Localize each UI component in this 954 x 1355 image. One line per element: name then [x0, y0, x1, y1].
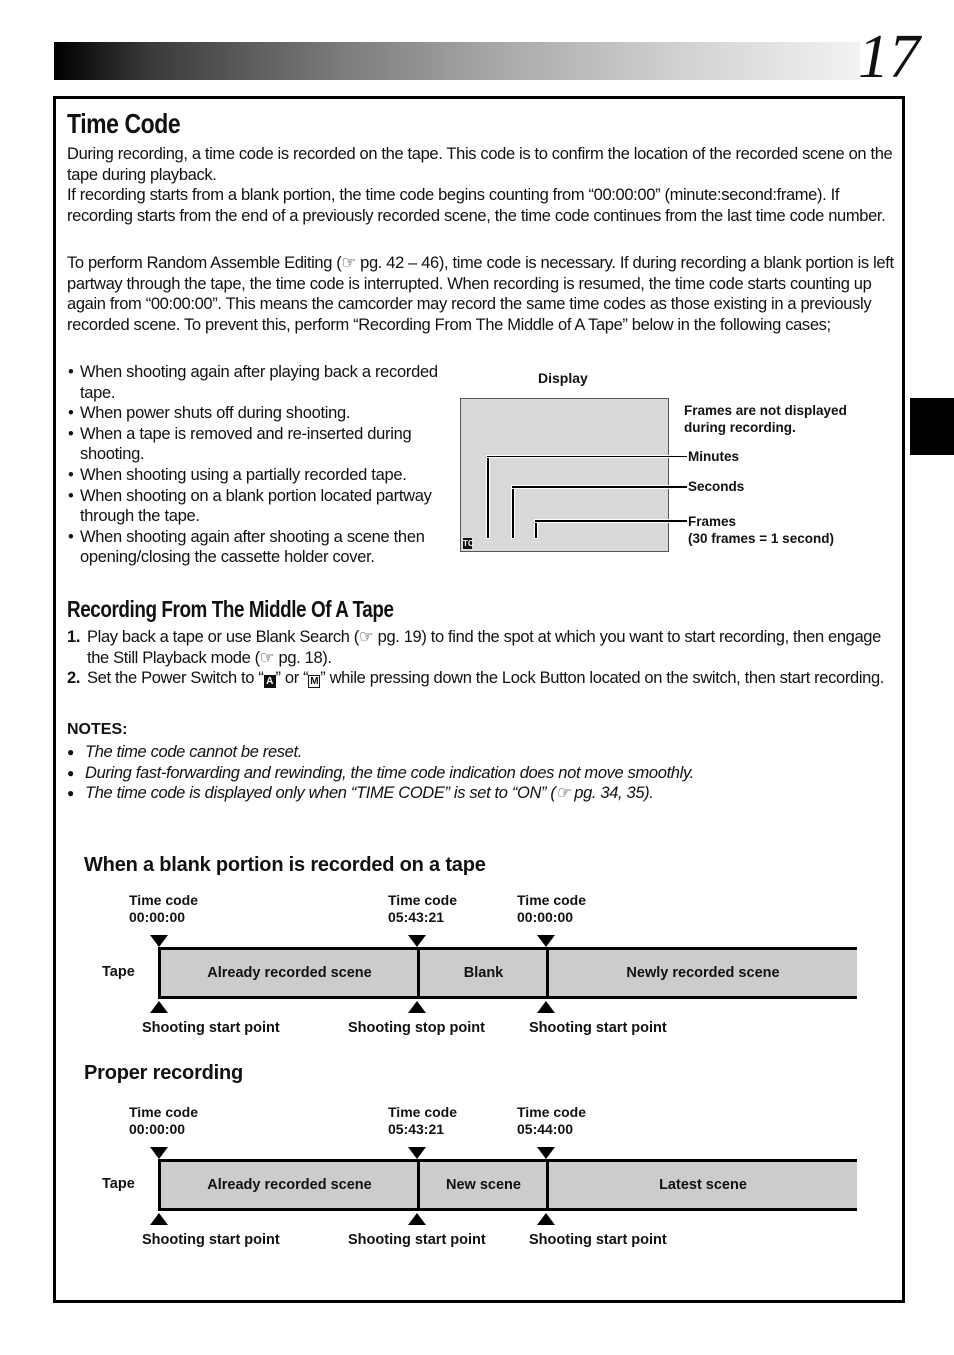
note-item: The time code cannot be reset.: [67, 742, 887, 763]
section-thumb-tab: [910, 398, 954, 455]
tape-segment: Latest scene: [659, 1177, 747, 1193]
tape-segment: Blank: [463, 965, 504, 981]
marker-down-icon: [408, 1147, 426, 1159]
step-2: 2. Set the Power Switch to “A” or “M” wh…: [67, 668, 887, 689]
marker-down-icon: [537, 935, 555, 947]
seconds-leader-vertical: [512, 486, 514, 538]
tape-segment: Already recorded scene: [207, 1177, 372, 1193]
minutes-label: Minutes: [688, 449, 740, 464]
marker-up-icon: [150, 1001, 168, 1013]
tape-segment: Newly recorded scene: [626, 965, 780, 981]
shooting-point-label: Shooting stop point: [348, 1020, 485, 1036]
step-text: ” or “: [275, 669, 309, 688]
tape-diagram-proper: Time code 00:00:00 Time code 05:43:21 Time…: [0, 1104, 954, 1284]
frames-not-displayed-note: Frames are not displayed during recordin…: [684, 403, 847, 435]
frames-leader-horizontal: [535, 520, 687, 522]
tape-label: Tape: [102, 964, 135, 980]
time-code-label: Time code 00:00:00: [517, 892, 586, 925]
list-item: When shooting again after playing back a…: [67, 362, 457, 403]
marker-down-icon: [537, 1147, 555, 1159]
marker-up-icon: [150, 1213, 168, 1225]
shooting-point-label: Shooting start point: [529, 1232, 667, 1248]
list-item: When shooting using a partially recorded…: [67, 465, 457, 486]
tape-diagram-blank: Time code 00:00:00 Time code 05:43:21 Time…: [0, 892, 954, 1072]
frames-label: Frames: [688, 514, 737, 529]
note-item: During fast-forwarding and rewinding, th…: [67, 763, 887, 784]
header-gradient-bar: [54, 42, 860, 80]
step-number: 1.: [67, 628, 81, 646]
diagram-blank-heading: When a blank portion is recorded on a ta…: [84, 854, 486, 876]
tape-segment: New scene: [446, 1177, 521, 1193]
cases-list: When shooting again after playing back a…: [67, 362, 457, 568]
notes-list: The time code cannot be reset. During fa…: [67, 742, 887, 804]
marker-down-icon: [408, 935, 426, 947]
step-text: Set the Power Switch to “: [87, 669, 264, 688]
list-item: When shooting again after shooting a sce…: [67, 527, 457, 568]
tape-bar: Already recorded scene New scene Latest …: [158, 1159, 857, 1211]
shooting-point-label: Shooting start point: [142, 1020, 280, 1036]
time-code-icon: TC: [463, 538, 474, 549]
section-title-recording-middle: Recording From The Middle Of A Tape: [67, 596, 394, 622]
tape-segment: Already recorded scene: [207, 965, 372, 981]
page-number: 17: [858, 23, 920, 91]
step-text: ” while pressing down the Lock Button lo…: [320, 669, 885, 688]
shooting-point-label: Shooting start point: [529, 1020, 667, 1036]
list-item: When power shuts off during shooting.: [67, 403, 457, 424]
manual-mode-icon: M: [308, 675, 321, 689]
seconds-leader-horizontal: [512, 486, 687, 488]
list-item: When a tape is removed and re-inserted d…: [67, 424, 457, 465]
diagram-proper-heading: Proper recording: [84, 1062, 244, 1084]
shooting-point-label: Shooting start point: [348, 1232, 486, 1248]
notes-heading: NOTES:: [67, 721, 128, 738]
steps-list: 1. Play back a tape or use Blank Search …: [67, 627, 887, 689]
random-assemble-paragraph: To perform Random Assemble Editing (☞ pg…: [67, 254, 894, 334]
section-title-time-code: Time Code: [67, 108, 181, 139]
step-1: 1. Play back a tape or use Blank Search …: [67, 627, 887, 668]
display-label: Display: [538, 370, 588, 386]
auto-mode-icon: A: [263, 675, 276, 689]
marker-up-icon: [408, 1213, 426, 1225]
marker-up-icon: [537, 1001, 555, 1013]
time-code-label: Time code 05:43:21: [388, 892, 457, 925]
time-code-label: Time code 05:44:00: [517, 1104, 586, 1137]
step-text: Play back a tape or use Blank Search (☞ …: [87, 628, 881, 667]
marker-down-icon: [150, 1147, 168, 1159]
marker-down-icon: [150, 935, 168, 947]
note-item: The time code is displayed only when “TI…: [67, 783, 887, 804]
time-code-label: Time code 00:00:00: [129, 892, 198, 925]
minutes-leader-horizontal: [487, 456, 687, 457]
time-code-label: Time code 05:43:21: [388, 1104, 457, 1137]
seconds-label: Seconds: [688, 479, 745, 494]
display-screen: [460, 398, 669, 552]
marker-up-icon: [408, 1001, 426, 1013]
tape-label: Tape: [102, 1176, 135, 1192]
time-code-label: Time code 00:00:00: [129, 1104, 198, 1137]
intro-paragraph: During recording, a time code is recorde…: [67, 145, 893, 225]
step-number: 2.: [67, 669, 81, 688]
frames-note: (30 frames = 1 second): [688, 531, 834, 546]
tape-bar: Already recorded scene Blank Newly recor…: [158, 947, 857, 999]
marker-up-icon: [537, 1213, 555, 1225]
frames-leader-vertical: [535, 520, 537, 538]
minutes-leader-vertical: [487, 456, 489, 538]
shooting-point-label: Shooting start point: [142, 1232, 280, 1248]
list-item: When shooting on a blank portion located…: [67, 486, 457, 527]
